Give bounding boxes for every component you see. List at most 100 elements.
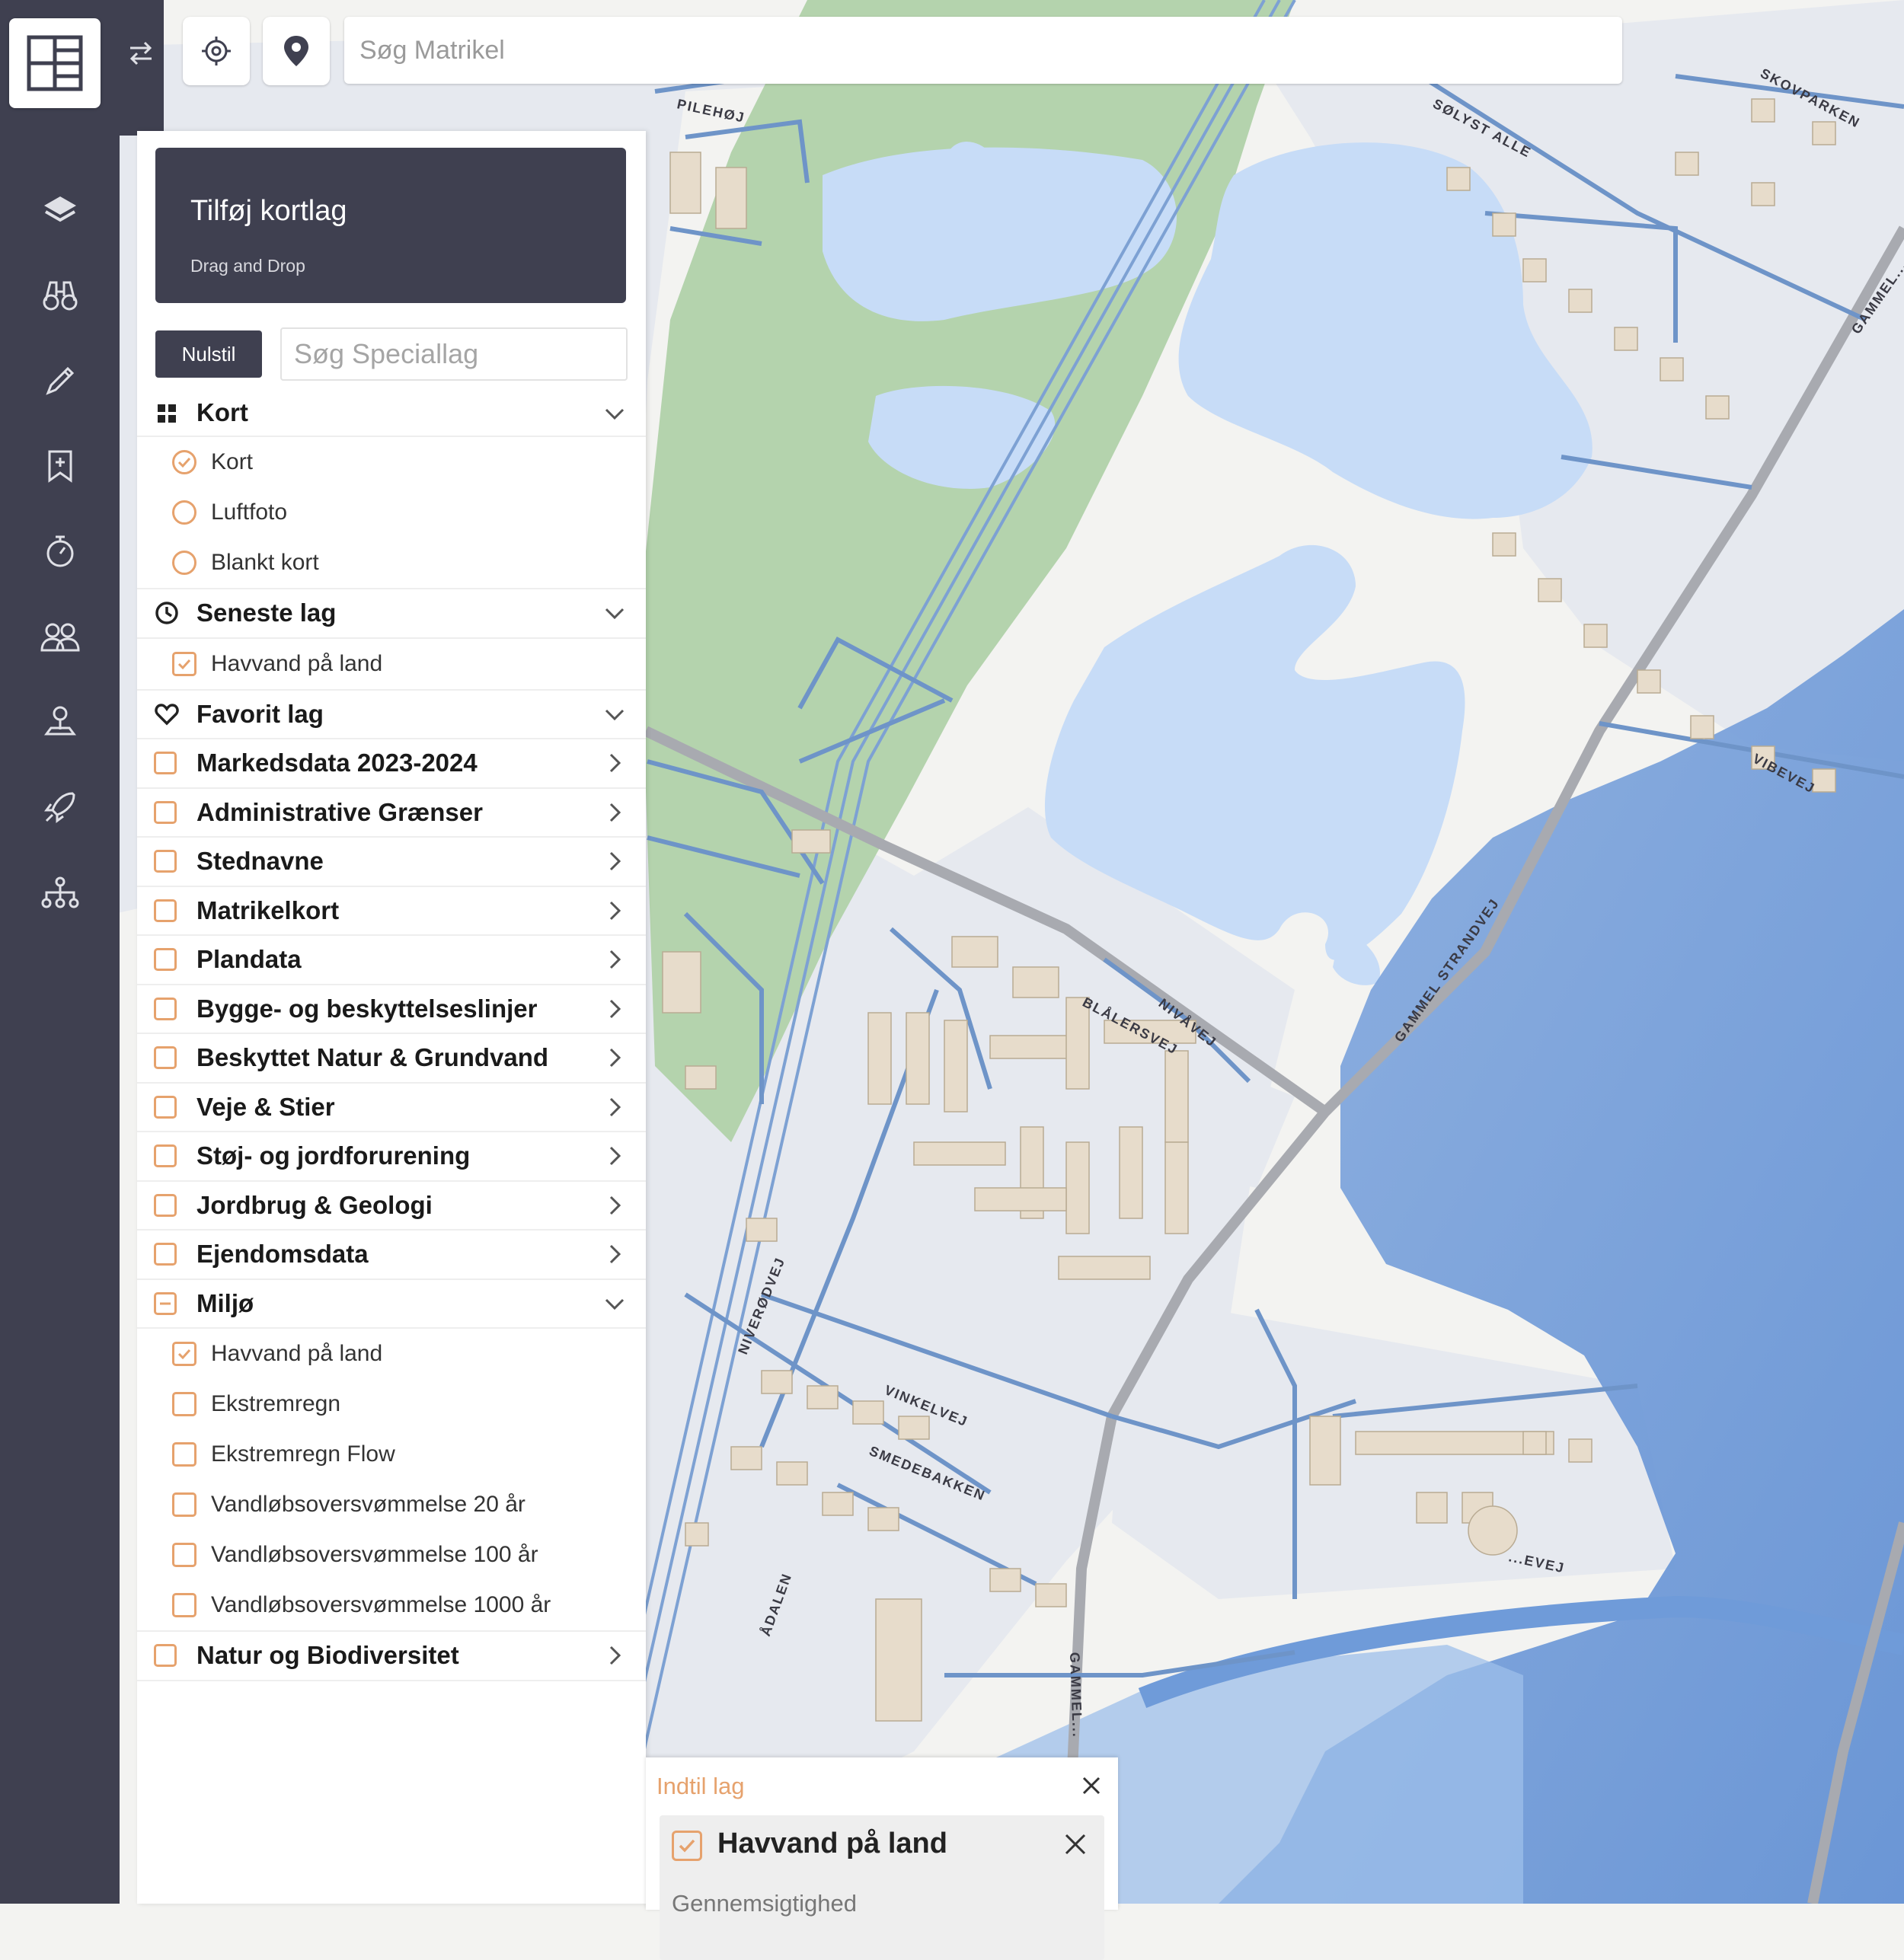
layer-dropzone[interactable]: Tilføj kortlag Drag and Drop	[155, 148, 626, 303]
section-miljo[interactable]: Miljø	[137, 1280, 646, 1329]
section-seneste[interactable]: Seneste lag	[137, 589, 646, 639]
layer-group-row[interactable]: Stednavne	[137, 838, 646, 887]
layer-group-row[interactable]: Jordbrug & Geologi	[137, 1182, 646, 1231]
layer-group-label: Jordbrug & Geologi	[196, 1190, 433, 1219]
checkbox[interactable]	[172, 1442, 196, 1467]
checkbox[interactable]	[154, 850, 177, 873]
section-favorit[interactable]: Favorit lag	[137, 691, 646, 739]
checkbox[interactable]	[172, 1392, 196, 1416]
layer-group-label: Stednavne	[196, 847, 324, 876]
rail-launch[interactable]	[0, 765, 120, 850]
matrikel-search[interactable]	[344, 17, 1622, 84]
logo-icon	[27, 35, 83, 91]
checkbox[interactable]	[154, 1144, 177, 1167]
rail-explore[interactable]	[0, 253, 120, 338]
checkbox[interactable]	[172, 1543, 196, 1567]
checkbox[interactable]	[154, 1193, 177, 1217]
rail-bookmarks[interactable]	[0, 423, 120, 509]
checkbox[interactable]	[154, 899, 177, 922]
rail-profile[interactable]	[0, 679, 120, 765]
checkbox-checked[interactable]	[172, 1342, 196, 1366]
recent-layer-item[interactable]: Havvand på land	[137, 639, 646, 691]
layer-group-label: Matrikelkort	[196, 895, 340, 924]
pencil-icon	[45, 366, 74, 395]
radio-unselected[interactable]	[172, 500, 196, 525]
section-miljo-label: Miljø	[196, 1288, 254, 1317]
layer-group-row[interactable]: Beskyttet Natur & Grundvand	[137, 1034, 646, 1084]
rail-users[interactable]	[0, 594, 120, 679]
basemap-option-kort[interactable]: Kort	[137, 437, 646, 487]
radio-selected[interactable]	[172, 450, 196, 474]
special-layer-search-input[interactable]	[292, 337, 615, 371]
miljo-layer-item[interactable]: Ekstremregn	[137, 1379, 646, 1429]
layer-group-row[interactable]: Administrative Grænser	[137, 789, 646, 838]
matrikel-search-input[interactable]	[358, 34, 1580, 66]
checkbox-checked[interactable]	[172, 651, 196, 676]
layer-group-row[interactable]: Matrikelkort	[137, 887, 646, 936]
locate-button[interactable]	[183, 17, 250, 85]
grid-icon	[158, 404, 176, 423]
layer-group-row[interactable]: Veje & Stier	[137, 1084, 646, 1132]
layer-group-label: Administrative Grænser	[196, 797, 483, 826]
miljo-layer-label: Ekstremregn Flow	[211, 1441, 395, 1467]
layer-group-row[interactable]: Ejendomsdata	[137, 1231, 646, 1280]
app-logo[interactable]	[9, 18, 101, 108]
stopwatch-icon	[46, 535, 73, 567]
layer-group-row[interactable]: Bygge- og beskyttelseslinjer	[137, 985, 646, 1034]
checkbox[interactable]	[172, 1593, 196, 1617]
checkbox[interactable]	[154, 1095, 177, 1119]
rail-draw[interactable]	[0, 338, 120, 423]
miljo-layer-item[interactable]: Ekstremregn Flow	[137, 1429, 646, 1480]
section-kort-label: Kort	[196, 398, 248, 426]
checkbox[interactable]	[154, 1644, 177, 1667]
checkbox[interactable]	[154, 997, 177, 1020]
checkbox[interactable]	[154, 1243, 177, 1266]
checkbox[interactable]	[154, 948, 177, 971]
chevron-right-icon	[609, 1048, 621, 1068]
miljo-layer-item[interactable]: Havvand på land	[137, 1329, 646, 1379]
chevron-right-icon	[609, 1646, 621, 1665]
rail-layers[interactable]	[0, 168, 120, 253]
close-icon[interactable]	[1080, 1774, 1103, 1797]
section-kort[interactable]: Kort	[137, 390, 646, 437]
checkbox-partial[interactable]	[154, 1291, 177, 1315]
miljo-layer-item[interactable]: Vandløbsoversvømmelse 20 år	[137, 1480, 646, 1530]
layer-group-label: Beskyttet Natur & Grundvand	[196, 1043, 549, 1072]
miljo-layer-item[interactable]: Vandløbsoversvømmelse 100 år	[137, 1530, 646, 1580]
binoculars-icon	[43, 281, 77, 311]
basemap-option-luftfoto[interactable]: Luftfoto	[137, 487, 646, 538]
layer-group-row[interactable]: Støj- og jordforurening	[137, 1132, 646, 1182]
layer-group-label: Plandata	[196, 945, 302, 974]
layer-group-row[interactable]: Markedsdata 2023-2024	[137, 739, 646, 789]
swap-button[interactable]	[122, 30, 160, 76]
layers-icon	[43, 196, 76, 222]
checkbox[interactable]	[172, 1492, 196, 1517]
rail-hierarchy[interactable]	[0, 850, 120, 935]
section-natur-label: Natur og Biodiversitet	[196, 1641, 459, 1670]
rail-icons	[0, 168, 120, 935]
miljo-items: Havvand på land Ekstremregn Ekstremregn Fl…	[137, 1329, 646, 1632]
map-label-gammel-short: GAMMEL...	[1067, 1652, 1085, 1738]
remove-layer-icon[interactable]	[1062, 1831, 1089, 1858]
miljo-layer-label: Vandløbsoversvømmelse 20 år	[211, 1492, 526, 1517]
recent-layer-label: Havvand på land	[211, 650, 383, 676]
checkbox[interactable]	[154, 752, 177, 774]
dropzone-title: Tilføj kortlag	[190, 195, 347, 227]
basemap-option-blankt[interactable]: Blankt kort	[137, 538, 646, 589]
layer-group-row[interactable]: Plandata	[137, 936, 646, 985]
chevron-down-icon	[605, 1298, 625, 1310]
basemap-option-label: Luftfoto	[211, 500, 288, 525]
pin-button[interactable]	[263, 17, 330, 85]
checkbox[interactable]	[154, 1046, 177, 1069]
rail-timer[interactable]	[0, 509, 120, 594]
active-layer-popup: Indtil lag Havvand på land Gennemsigtigh…	[646, 1757, 1118, 1960]
radio-unselected[interactable]	[172, 551, 196, 575]
checkbox[interactable]	[154, 800, 177, 824]
clock-icon	[155, 602, 178, 624]
checkbox-checked[interactable]	[672, 1831, 702, 1861]
layer-group-label: Bygge- og beskyttelseslinjer	[196, 994, 538, 1023]
miljo-layer-item[interactable]: Vandløbsoversvømmelse 1000 år	[137, 1580, 646, 1630]
reset-button[interactable]: Nulstil	[155, 330, 262, 378]
section-natur[interactable]: Natur og Biodiversitet	[137, 1632, 646, 1681]
special-layer-search[interactable]	[280, 327, 628, 381]
